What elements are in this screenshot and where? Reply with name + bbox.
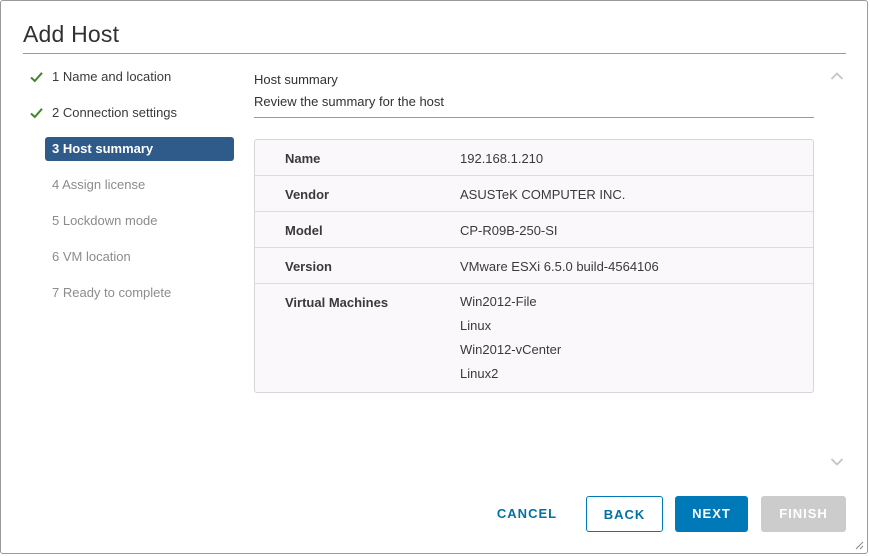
summary-key: Vendor [285,187,330,202]
summary-row-name: Name 192.168.1.210 [255,140,813,176]
content-divider [254,117,814,118]
step-name-and-location[interactable]: 1 Name and location [23,65,237,89]
summary-value: CP-R09B-250-SI [460,223,558,238]
step-label: 6 VM location [52,249,131,264]
summary-key: Name [285,151,321,166]
chevron-up-icon[interactable] [830,71,844,81]
check-icon [30,72,43,83]
summary-value: ASUSTeK COMPUTER INC. [460,187,626,202]
step-label: 5 Lockdown mode [52,213,158,228]
step-label: 2 Connection settings [52,105,178,120]
host-summary-table: Name 192.168.1.210 Vendor ASUSTeK COMPUT… [254,139,814,393]
summary-row-vendor: Vendor ASUSTeK COMPUTER INC. [255,176,813,212]
step-label: 4 Assign license [52,177,146,192]
add-host-dialog: Add Host 1 Name and location 2 Connectio… [0,0,868,554]
step-connection-settings[interactable]: 2 Connection settings [23,101,237,125]
vm-item: Win2012-File [460,294,537,309]
vm-item: Linux [460,318,492,333]
step-label: 1 Name and location [52,69,172,84]
vm-list: Win2012-File Linux Win2012-vCenter Linux… [460,284,813,392]
summary-row-version: Version VMware ESXi 6.5.0 build-4564106 [255,248,813,284]
summary-key: Model [285,223,323,238]
finish-button: FINISH [761,496,846,532]
step-label: 3 Host summary [52,141,154,156]
summary-key: Virtual Machines [285,295,389,310]
cancel-button[interactable]: CANCEL [489,496,565,532]
check-icon [30,108,43,119]
next-button[interactable]: NEXT [675,496,748,532]
step-lockdown-mode: 5 Lockdown mode [23,209,237,233]
back-button[interactable]: BACK [586,496,663,532]
wizard-steps: 1 Name and location 2 Connection setting… [23,65,237,317]
resize-grip-icon[interactable] [854,540,864,550]
step-label: 7 Ready to complete [52,285,172,300]
step-vm-location: 6 VM location [23,245,237,269]
summary-row-virtual-machines: Virtual Machines Win2012-File Linux Win2… [255,284,813,392]
summary-value: VMware ESXi 6.5.0 build-4564106 [460,259,659,274]
step-ready-to-complete: 7 Ready to complete [23,281,237,305]
summary-row-model: Model CP-R09B-250-SI [255,212,813,248]
summary-key: Version [285,259,332,274]
step-assign-license: 4 Assign license [23,173,237,197]
chevron-down-icon[interactable] [830,457,844,467]
content-description: Review the summary for the host [254,94,445,109]
content-title: Host summary [254,72,338,87]
vm-item: Linux2 [460,366,499,381]
summary-value: 192.168.1.210 [460,151,544,166]
step-host-summary[interactable]: 3 Host summary [45,137,234,161]
title-divider [23,53,846,54]
dialog-title: Add Host [23,21,120,47]
vm-item: Win2012-vCenter [460,342,562,357]
